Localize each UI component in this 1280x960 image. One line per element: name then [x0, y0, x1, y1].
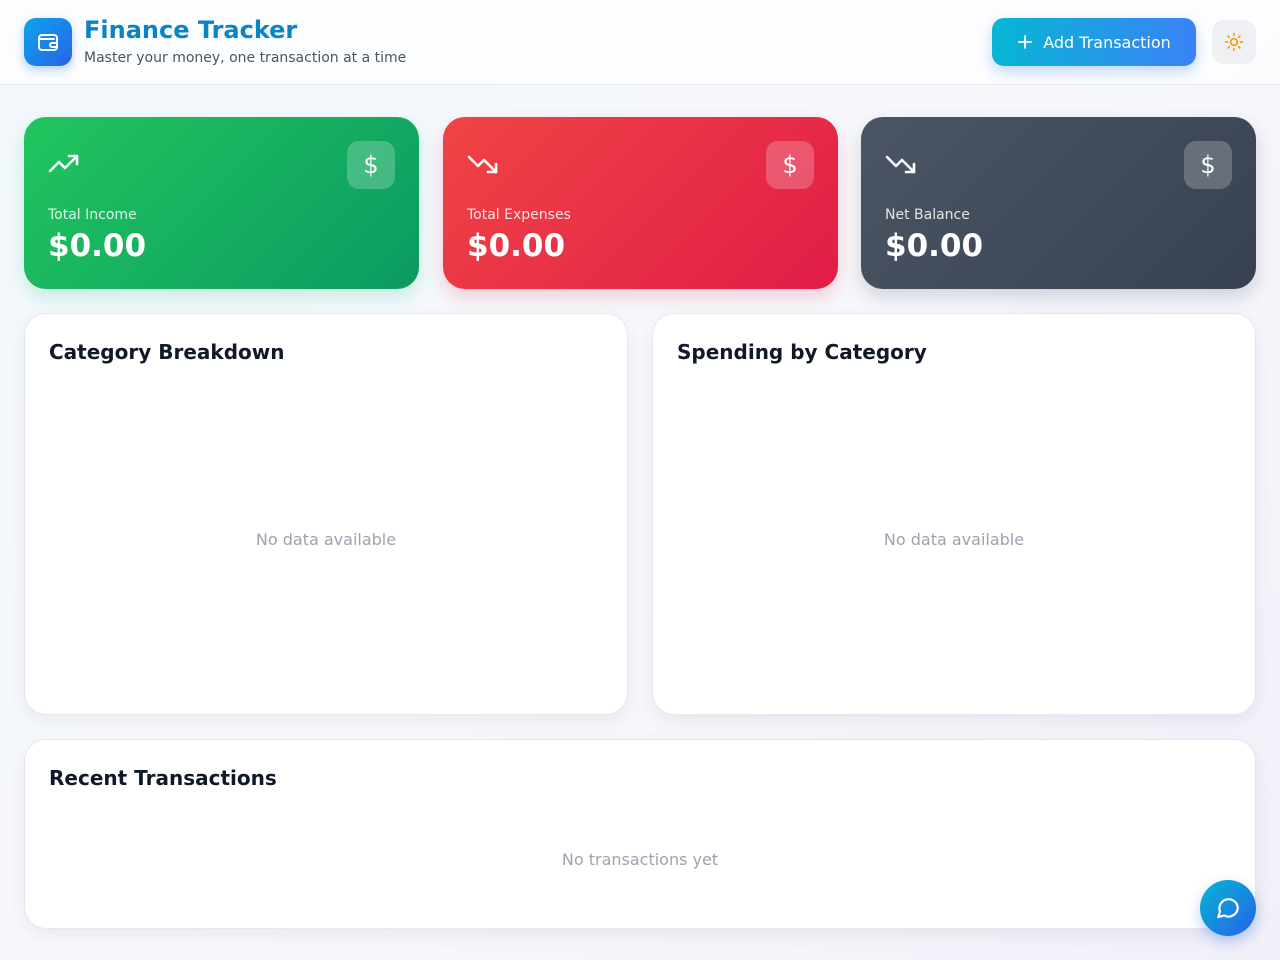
recent-transactions-panel: Recent Transactions No transactions yet: [24, 739, 1256, 929]
wallet-icon: [38, 34, 58, 51]
chat-button[interactable]: [1200, 880, 1256, 936]
expenses-value: $0.00: [467, 228, 566, 264]
app-title: Finance Tracker: [84, 16, 298, 44]
logo: [24, 18, 72, 66]
balance-value: $0.00: [885, 228, 984, 264]
income-label: Total Income: [48, 207, 137, 223]
add-transaction-label: Add Transaction: [1043, 32, 1171, 52]
sun-icon: [1224, 32, 1244, 52]
expenses-card: $ Total Expenses $0.00: [443, 117, 838, 289]
app-header: Finance Tracker Master your money, one t…: [0, 0, 1280, 85]
chat-icon: [1217, 898, 1239, 919]
dollar-icon: $: [766, 141, 814, 189]
category-breakdown-panel: Category Breakdown No data available: [24, 313, 628, 715]
recent-transactions-empty: No transactions yet: [561, 850, 719, 869]
expenses-label: Total Expenses: [467, 207, 571, 223]
balance-card: $ Net Balance $0.00: [861, 117, 1256, 289]
trending-down-icon: [885, 155, 916, 174]
trending-down-icon: [467, 155, 498, 174]
trending-up-icon: [48, 154, 79, 173]
app-subtitle: Master your money, one transaction at a …: [84, 50, 407, 66]
spending-by-category-panel: Spending by Category No data available: [652, 313, 1256, 715]
category-breakdown-title: Category Breakdown: [49, 340, 285, 364]
category-breakdown-empty: No data available: [255, 530, 397, 549]
spending-by-category-title: Spending by Category: [677, 340, 927, 364]
recent-transactions-title: Recent Transactions: [49, 766, 277, 790]
income-value: $0.00: [48, 228, 147, 264]
dollar-icon: $: [1184, 141, 1232, 189]
spending-by-category-empty: No data available: [883, 530, 1025, 549]
dollar-icon: $: [347, 141, 395, 189]
income-card: $ Total Income $0.00: [24, 117, 419, 289]
plus-icon: [1018, 35, 1033, 49]
balance-label: Net Balance: [885, 207, 970, 223]
add-transaction-button[interactable]: Add Transaction: [992, 18, 1196, 66]
theme-toggle-button[interactable]: [1212, 20, 1256, 64]
